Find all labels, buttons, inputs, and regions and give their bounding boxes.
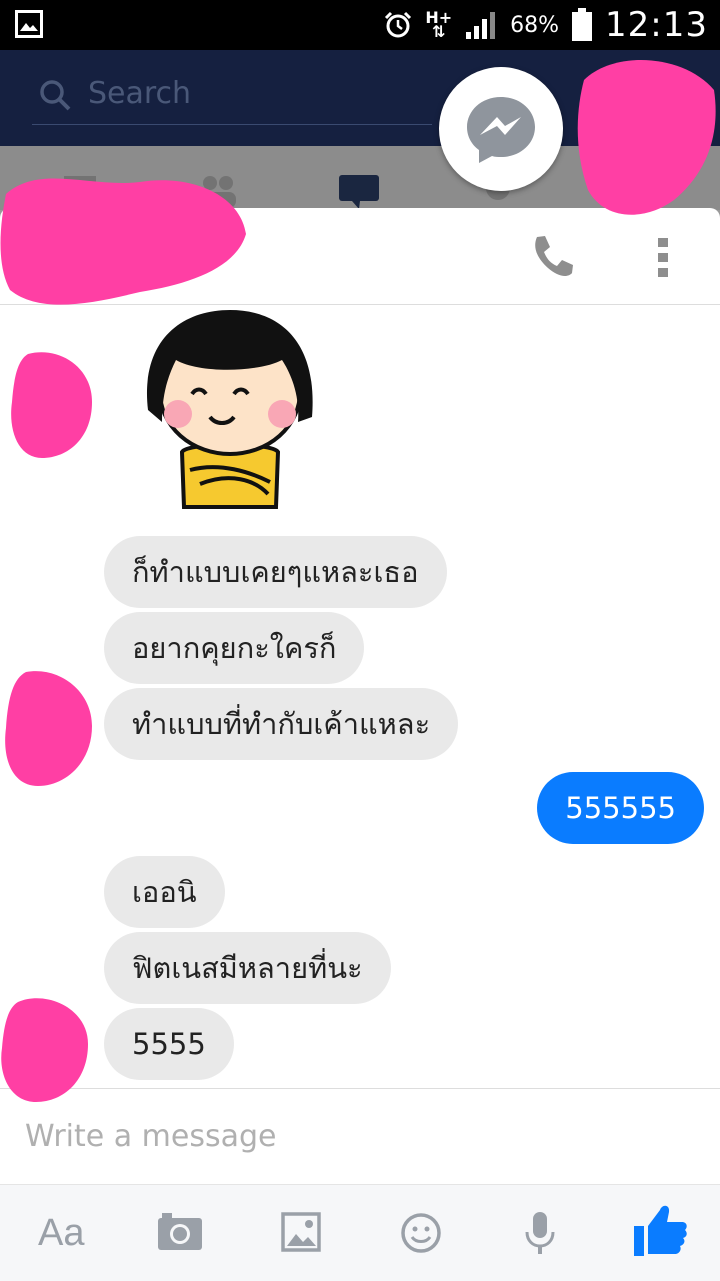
composer-toolbar xyxy=(0,1184,720,1281)
camera-icon[interactable] xyxy=(156,1212,204,1252)
message-bubble[interactable]: เออนิ xyxy=(104,856,225,928)
messenger-icon xyxy=(467,97,535,163)
message-bubble[interactable]: ก็ทำแบบเคยๆแหละเธอ xyxy=(104,536,447,608)
messenger-chat-head-button[interactable] xyxy=(439,67,563,191)
gallery-notification-icon xyxy=(15,10,43,38)
phone-call-icon[interactable] xyxy=(528,232,576,280)
signal-icon xyxy=(466,12,496,39)
battery-icon xyxy=(572,8,593,41)
alarm-icon xyxy=(385,11,412,38)
message-bubble[interactable]: ฟิตเนสมีหลายที่นะ xyxy=(104,932,391,1004)
message-bubble[interactable]: 5555 xyxy=(104,1008,234,1080)
battery-percent: 68% xyxy=(510,12,560,38)
search-input[interactable]: Search xyxy=(88,76,191,111)
microphone-icon[interactable] xyxy=(524,1210,556,1256)
search-icon[interactable] xyxy=(38,78,72,112)
more-options-icon[interactable] xyxy=(656,238,670,278)
clock: 12:13 xyxy=(605,5,708,45)
message-bubble[interactable]: อยากคุยกะใครก็ xyxy=(104,612,365,684)
redaction-scribble xyxy=(11,352,93,458)
like-icon[interactable] xyxy=(632,1202,688,1258)
search-underline xyxy=(32,124,432,125)
messages-icon[interactable] xyxy=(338,174,380,210)
emoji-icon[interactable] xyxy=(400,1212,442,1254)
network-type: H+ ⇅ xyxy=(425,8,453,41)
redaction-scribble xyxy=(0,178,246,305)
my-message-bubble[interactable]: 555555 xyxy=(537,772,704,844)
image-icon[interactable] xyxy=(281,1212,321,1252)
status-bar: H+ ⇅ 68% 12:13 xyxy=(0,0,720,50)
message-input[interactable]: Write a message xyxy=(25,1119,276,1154)
text-format-button[interactable]: Aa xyxy=(38,1212,84,1255)
redaction-scribble xyxy=(577,59,716,215)
sticker-girl-image xyxy=(146,310,313,509)
redaction-scribble xyxy=(1,998,88,1102)
redaction-scribble xyxy=(5,671,92,786)
message-composer: Write a message xyxy=(0,1088,720,1185)
message-bubble[interactable]: ทำแบบที่ทำกับเค้าแหละ xyxy=(104,688,459,760)
